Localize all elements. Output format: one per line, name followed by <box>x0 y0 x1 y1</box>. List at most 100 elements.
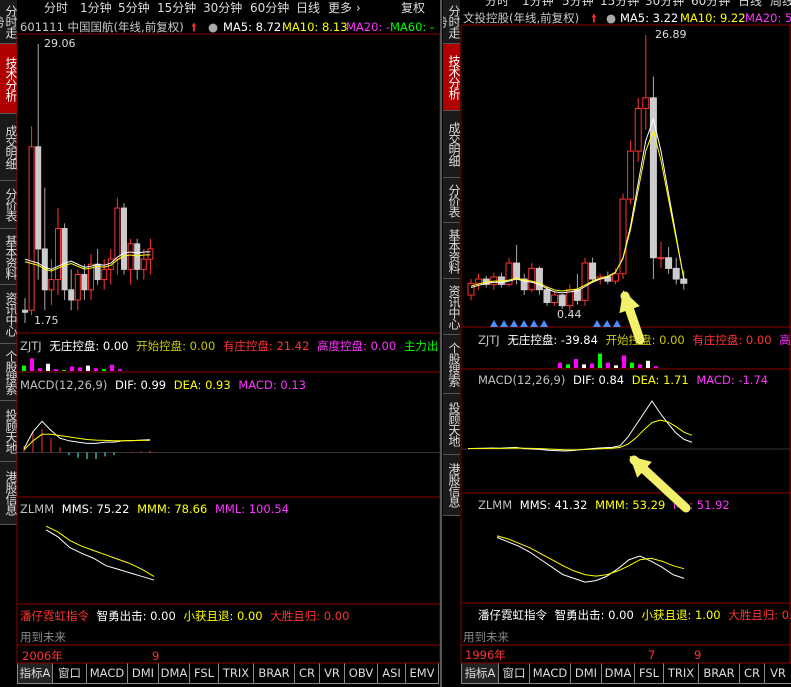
right-btab-6[interactable]: TRIX <box>663 663 699 684</box>
left-low-price-label: 1.75 <box>34 314 59 327</box>
left-vol-bar-12 <box>118 369 122 371</box>
left-period-1min[interactable]: 1分钟 <box>80 0 112 16</box>
right-tab-fenshi[interactable]: 分时走势 <box>443 0 460 44</box>
left-zlmm-mmm: MMM: 78.66 <box>137 502 208 516</box>
right-zjtj-b: 开始控盘: 0.00 <box>605 333 685 347</box>
left-tab-fenshi[interactable]: 分时走势 <box>0 0 17 44</box>
left-zlmm-name: ZLMM <box>20 502 55 516</box>
right-btab-0[interactable]: 指标A <box>461 663 499 684</box>
right-candle-body-10 <box>543 289 551 304</box>
left-zlmm-mml: MML: 100.54 <box>214 502 289 516</box>
left-candle-body-13 <box>107 258 114 270</box>
left-vol-bar-4 <box>54 369 58 371</box>
left-tab-jiben[interactable]: 基本资料 <box>0 229 17 285</box>
left-tab-gegu[interactable]: 个股搜索 <box>0 344 17 401</box>
right-btab-5[interactable]: FSL <box>634 663 664 684</box>
left-tab-tougu[interactable]: 投顾天地 <box>0 401 17 462</box>
left-period-30min[interactable]: 30分钟 <box>203 0 242 16</box>
right-btab-4[interactable]: DMA <box>601 663 635 684</box>
right-period-fenshi[interactable]: 分时 <box>485 0 509 9</box>
right-period-day[interactable]: 日线 <box>738 0 762 9</box>
right-period-15min[interactable]: 15分钟 <box>600 0 639 9</box>
price-arrow-head <box>619 290 640 314</box>
right-tab-gegu[interactable]: 个股搜索 <box>443 335 460 394</box>
right-btab-8[interactable]: CR <box>739 663 765 684</box>
right-signal-marker-3 <box>520 320 528 327</box>
right-btab-9[interactable]: VR <box>764 663 791 684</box>
right-btab-1[interactable]: 窗口 <box>498 663 530 684</box>
left-btab-4[interactable]: DMA <box>158 663 190 684</box>
right-btab-3[interactable]: DMI <box>570 663 602 684</box>
left-btab-7[interactable]: BRAR <box>253 663 295 684</box>
left-tab-zixun[interactable]: 资讯中心 <box>0 285 17 344</box>
right-vol-bar-9 <box>630 362 634 368</box>
left-period-fenshi[interactable]: 分时 <box>44 0 68 16</box>
left-zjtj-header: ZJTJ 无庄控盘: 0.00 开始控盘: 0.00 有庄控盘: 21.42 高… <box>20 339 438 353</box>
left-period-15min[interactable]: 15分钟 <box>157 0 196 16</box>
left-btab-3[interactable]: DMI <box>127 663 159 684</box>
left-macd-dea: DEA: 0.93 <box>173 378 231 392</box>
left-zjtj-d: 高度控盘: 0.00 <box>317 339 397 353</box>
left-btab-6[interactable]: TRIX <box>218 663 254 684</box>
right-tab-tougu[interactable]: 投顾天地 <box>443 394 460 455</box>
left-vol-bar-0 <box>22 365 26 371</box>
right-tab-jiben[interactable]: 基本资料 <box>443 223 460 279</box>
left-btab-5[interactable]: FSL <box>189 663 219 684</box>
left-btab-12[interactable]: EMV <box>405 663 439 684</box>
right-period-5min[interactable]: 5分钟 <box>562 0 594 9</box>
right-signal-marker-4 <box>530 320 538 327</box>
right-zlmm-mms: MMS: 41.32 <box>519 498 588 512</box>
left-btab-10[interactable]: OBV <box>344 663 378 684</box>
left-period-5min[interactable]: 5分钟 <box>118 0 150 16</box>
left-hx-b: 小获且退: 0.00 <box>183 609 263 623</box>
right-zlmm-header: ZLMM MMS: 41.32 MMM: 53.29 ML: 51.92 <box>478 498 730 512</box>
left-fuquan-button[interactable]: 复权 <box>401 0 425 16</box>
right-period-week[interactable]: 周线 <box>770 0 791 9</box>
left-btab-8[interactable]: CR <box>294 663 320 684</box>
left-vol-bar-7 <box>78 367 82 371</box>
right-btab-2[interactable]: MACD <box>529 663 571 684</box>
right-candle-body-19 <box>611 273 619 282</box>
right-zjtj-name: ZJTJ <box>478 333 500 347</box>
left-candle-body-11 <box>94 263 101 281</box>
left-tab-ganggu[interactable]: 港股信息 <box>0 462 17 525</box>
right-candle-body-13 <box>566 289 574 307</box>
right-tab-zixun[interactable]: 资讯中心 <box>443 279 460 335</box>
left-btab-9[interactable]: VR <box>319 663 345 684</box>
right-candle-body-25 <box>657 257 665 260</box>
right-candle-body-24 <box>649 97 657 259</box>
right-candle-body-20 <box>619 198 627 275</box>
right-settings-dot-icon[interactable]: ● <box>606 11 616 25</box>
left-vol-bar-11 <box>110 364 114 371</box>
left-settings-dot-icon[interactable]: ● <box>208 20 218 34</box>
right-signal-marker-b2 <box>613 320 621 327</box>
right-tab-chengjiao[interactable]: 成交明细 <box>443 111 460 178</box>
left-period-day[interactable]: 日线 <box>296 0 320 16</box>
right-period-1min[interactable]: 1分钟 <box>522 0 554 9</box>
left-btab-11[interactable]: ASI <box>377 663 406 684</box>
left-tab-fenjia[interactable]: 分价表 <box>0 181 17 229</box>
right-vol-bar-2 <box>574 359 578 368</box>
right-tab-jishu[interactable]: 技术分析 <box>443 44 460 111</box>
right-ma5-line <box>470 117 685 294</box>
left-btab-2[interactable]: MACD <box>86 663 128 684</box>
right-ma10-line <box>470 129 685 292</box>
left-btab-1[interactable]: 窗口 <box>52 663 87 684</box>
right-signal-marker-1 <box>500 320 508 327</box>
left-period-more[interactable]: 更多 › <box>328 0 361 16</box>
left-macd-dea-line <box>23 433 150 451</box>
left-ma20-label: MA20: - <box>346 20 391 34</box>
left-btab-0[interactable]: 指标A <box>17 663 53 684</box>
left-tab-chengjiao[interactable]: 成交明细 <box>0 114 17 181</box>
right-axis-mark: 7 <box>648 648 656 662</box>
right-period-60min[interactable]: 60分钟 <box>691 0 730 9</box>
right-tab-fenjia[interactable]: 分价表 <box>443 178 460 223</box>
right-vol-bar-8 <box>622 355 626 368</box>
left-period-60min[interactable]: 60分钟 <box>250 0 289 16</box>
right-btab-7[interactable]: BRAR <box>698 663 740 684</box>
right-candle-body-5 <box>505 262 513 285</box>
left-tab-jishu[interactable]: 技术分析 <box>0 44 17 114</box>
left-zjtj-name: ZJTJ <box>20 339 42 353</box>
right-tab-ganggu[interactable]: 港股信息 <box>443 455 460 516</box>
right-period-30min[interactable]: 30分钟 <box>645 0 684 9</box>
